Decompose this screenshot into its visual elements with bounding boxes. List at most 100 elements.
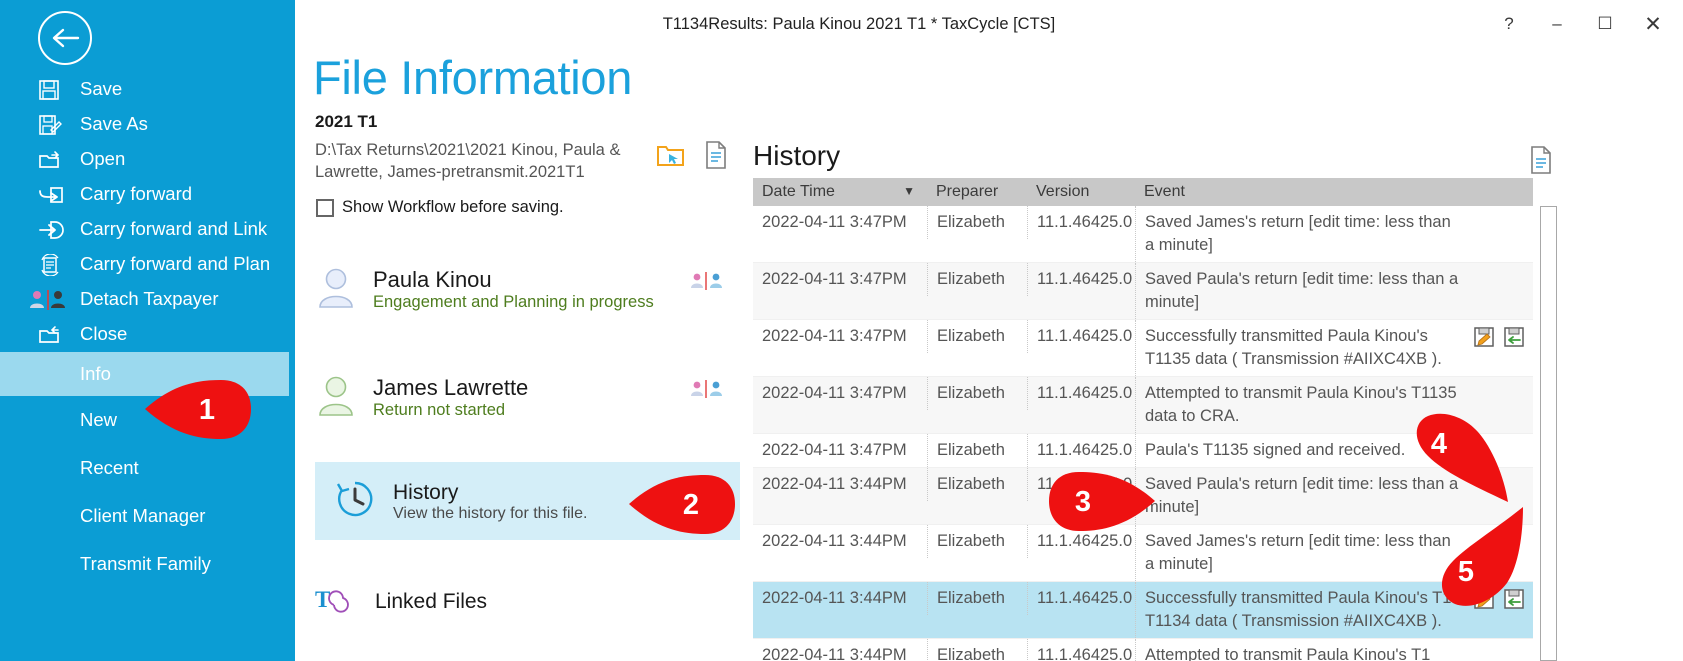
history-card-title: History <box>393 480 459 504</box>
page-title: File Information <box>313 51 633 104</box>
cell-version: 11.1.46425.0 <box>1027 582 1135 615</box>
taxpayer-name: James Lawrette <box>373 375 529 400</box>
callout-marker-5: 5 <box>1413 505 1523 606</box>
tax-year-label: 2021 T1 <box>315 112 378 131</box>
back-arrow-icon <box>52 28 80 48</box>
cell-version: 11.1.46425.0 <box>1027 377 1135 410</box>
sidebar-item-label: Recent <box>80 456 139 478</box>
event-text: Successfully transmitted Paula Kinou's T… <box>1145 589 1452 630</box>
sort-descending-icon[interactable]: ▼ <box>903 184 915 198</box>
cell-event: Attempted to transmit Paula Kinou's T1 T… <box>1135 639 1533 661</box>
taxpayer-detach-icons-james[interactable] <box>690 380 726 398</box>
cell-preparer: Elizabeth <box>927 320 1027 353</box>
sidebar-item-carry-forward[interactable]: Carry forward <box>0 177 289 212</box>
window-controls: ? – ☐ ✕ <box>1485 0 1677 48</box>
table-row[interactable]: 2022-04-11 3:44PM Elizabeth 11.1.46425.0… <box>753 639 1533 661</box>
sidebar-item-client-manager[interactable]: Client Manager <box>0 492 289 540</box>
sidebar-item-close[interactable]: Close <box>0 317 289 352</box>
help-button[interactable]: ? <box>1485 4 1533 44</box>
back-button[interactable] <box>38 11 92 65</box>
cell-preparer: Elizabeth <box>927 206 1027 239</box>
table-row[interactable]: 2022-04-11 3:47PM Elizabeth 11.1.46425.0… <box>753 263 1533 320</box>
sidebar-item-detach-taxpayer[interactable]: Detach Taxpayer <box>0 282 289 317</box>
window-title: T1134Results: Paula Kinou 2021 T1 * TaxC… <box>662 14 1056 33</box>
cell-event: Successfully transmitted Paula Kinou's T… <box>1135 320 1533 376</box>
sidebar-item-transmit-family[interactable]: Transmit Family <box>0 540 289 588</box>
taxpayer-row-james-lawrette[interactable]: James Lawrette Return not started <box>315 375 528 420</box>
cell-date-time: 2022-04-11 3:47PM <box>762 213 907 231</box>
taxpayer-row-paula-kinou[interactable]: Paula Kinou Engagement and Planning in p… <box>315 267 654 312</box>
sidebar-menu: Save Save As Open Carry forward Carry fo… <box>0 72 289 588</box>
show-workflow-checkbox[interactable]: Show Workflow before saving. <box>316 198 564 217</box>
marker-number: 3 <box>1074 485 1092 518</box>
sidebar-edge-strip <box>289 0 295 661</box>
column-header-version[interactable]: Version <box>1027 183 1135 201</box>
marker-number: 1 <box>198 393 216 426</box>
row-action-buttons <box>1473 326 1525 355</box>
print-history-icon[interactable] <box>1528 145 1554 180</box>
taxpayer-detach-icons-paula[interactable] <box>690 272 726 290</box>
cell-version: 11.1.46425.0 <box>1027 263 1135 296</box>
cell-date-time: 2022-04-11 3:44PM <box>762 646 907 661</box>
cell-preparer: Elizabeth <box>927 434 1027 467</box>
sidebar-item-recent[interactable]: Recent <box>0 444 289 492</box>
save-restore-icon[interactable] <box>1503 326 1525 355</box>
detach-taxpayer-icon <box>691 272 722 290</box>
column-label: Date Time <box>762 183 835 200</box>
carry-forward-plan-icon <box>38 252 72 278</box>
file-properties-icon[interactable] <box>703 140 729 175</box>
cell-event: Saved Paula's return [edit time: less th… <box>1135 263 1533 319</box>
maximize-button[interactable]: ☐ <box>1581 4 1629 44</box>
cell-preparer: Elizabeth <box>927 468 1027 501</box>
cell-date-time: 2022-04-11 3:47PM <box>762 441 907 459</box>
cell-version: 11.1.46425.0 <box>1027 320 1135 353</box>
save-edit-icon[interactable] <box>1473 326 1495 355</box>
taxpayer-status: Return not started <box>373 401 506 419</box>
person-avatar-green-icon <box>315 375 357 417</box>
close-folder-icon <box>38 322 72 348</box>
cell-preparer: Elizabeth <box>927 582 1027 615</box>
marker-number: 5 <box>1457 555 1475 588</box>
table-row[interactable]: 2022-04-11 3:47PM Elizabeth 11.1.46425.0… <box>753 206 1533 263</box>
close-button[interactable]: ✕ <box>1629 4 1677 44</box>
event-text: Successfully transmitted Paula Kinou's T… <box>1145 327 1442 368</box>
callout-marker-4: 4 <box>1400 412 1510 502</box>
sidebar-item-label: Transmit Family <box>80 552 211 574</box>
carry-forward-link-icon <box>38 217 72 243</box>
column-header-event[interactable]: Event <box>1135 183 1533 201</box>
sidebar-item-save[interactable]: Save <box>0 72 289 107</box>
history-clock-icon <box>333 477 377 526</box>
sidebar-item-carry-forward-link[interactable]: Carry forward and Link <box>0 212 289 247</box>
taxpayer-name: Paula Kinou <box>373 267 492 292</box>
detach-taxpayer-icon <box>28 287 72 313</box>
cell-event: Saved James's return [edit time: less th… <box>1135 206 1533 262</box>
save-icon <box>38 77 72 103</box>
detach-taxpayer-icon <box>691 380 722 398</box>
history-card-subtitle: View the history for this file. <box>393 504 588 522</box>
left-sidebar: Save Save As Open Carry forward Carry fo… <box>0 0 289 661</box>
sidebar-item-label: Carry forward <box>80 183 193 205</box>
history-panel-heading: History <box>753 140 841 171</box>
sidebar-item-label: Save <box>80 78 123 100</box>
cell-version: 11.1.46425.0 <box>1027 639 1135 661</box>
callout-marker-2: 2 <box>627 473 735 537</box>
callout-marker-3: 3 <box>1047 470 1155 534</box>
minimize-button[interactable]: – <box>1533 4 1581 44</box>
sidebar-item-label: Carry forward and Plan <box>80 253 271 275</box>
linked-files-title: Linked Files <box>375 590 488 613</box>
file-path-text: D:\Tax Returns\2021\2021 Kinou, Paula & … <box>315 141 621 181</box>
history-vertical-scrollbar[interactable] <box>1540 206 1557 661</box>
checkbox-box[interactable] <box>316 198 334 217</box>
open-folder-icon <box>38 147 72 173</box>
linked-files-item[interactable]: T Linked Files <box>315 585 487 619</box>
title-bar: T1134Results: Paula Kinou 2021 T1 * TaxC… <box>295 0 1683 48</box>
sidebar-item-save-as[interactable]: Save As <box>0 107 289 142</box>
sidebar-item-carry-forward-plan[interactable]: Carry forward and Plan <box>0 247 289 282</box>
column-header-date-time[interactable]: Date Time ▼ <box>753 183 927 201</box>
cell-date-time: 2022-04-11 3:44PM <box>762 532 907 550</box>
column-header-preparer[interactable]: Preparer <box>927 183 1027 201</box>
open-containing-folder-icon[interactable] <box>656 143 686 174</box>
sidebar-item-open[interactable]: Open <box>0 142 289 177</box>
svg-text:T: T <box>315 587 330 612</box>
table-row[interactable]: 2022-04-11 3:47PM Elizabeth 11.1.46425.0… <box>753 320 1533 377</box>
